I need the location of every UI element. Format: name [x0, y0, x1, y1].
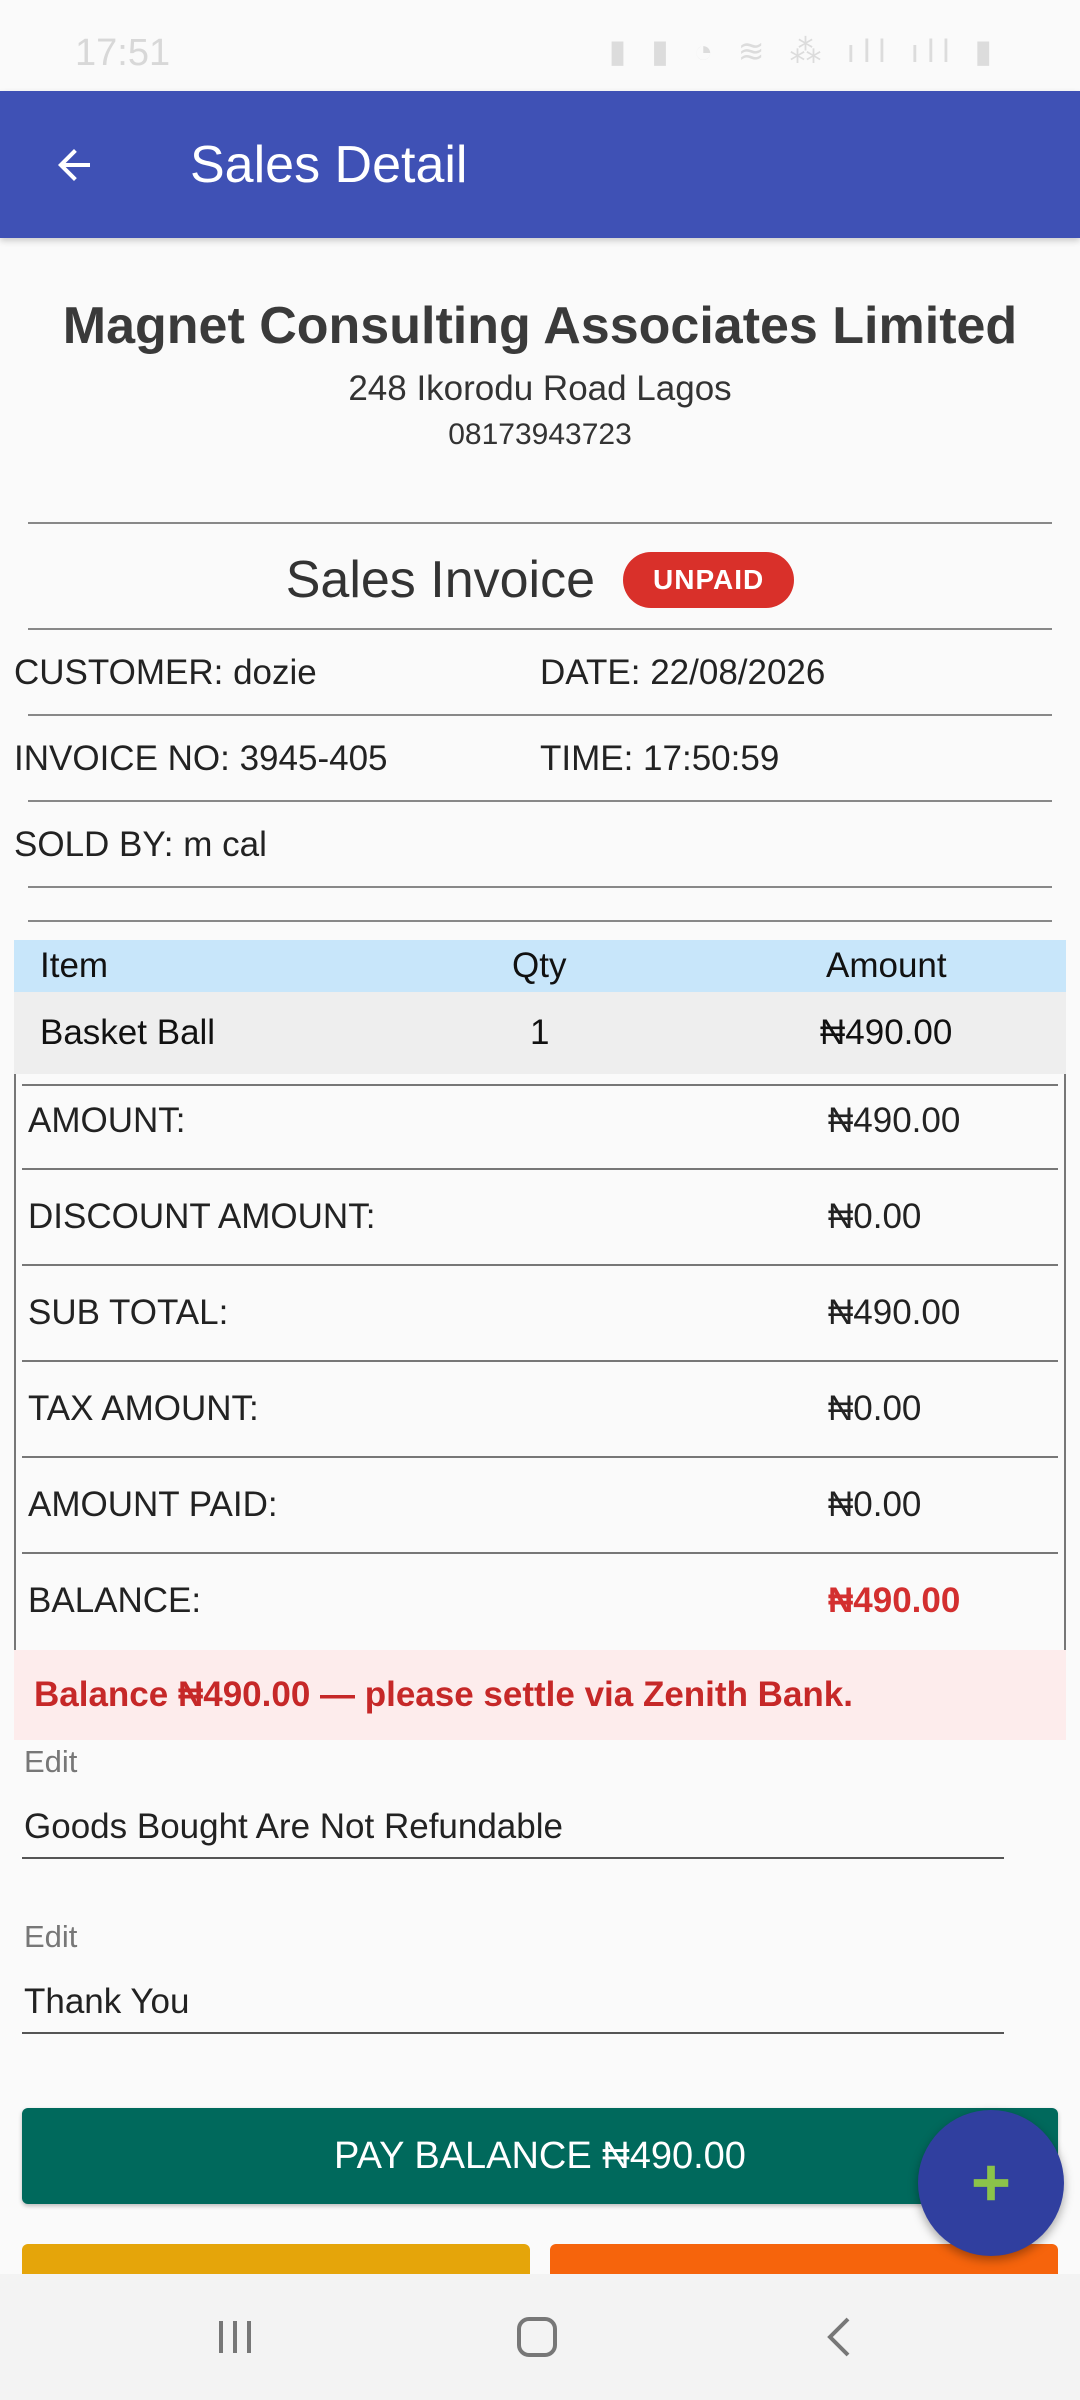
paid-label: AMOUNT PAID:: [28, 1485, 278, 1524]
balance-value: ₦490.00: [828, 1581, 961, 1620]
divider: [28, 920, 1052, 922]
column-header-amount: Amount: [826, 946, 947, 985]
divider: [28, 886, 1052, 888]
divider: [28, 522, 1052, 524]
amount-label: AMOUNT:: [28, 1101, 186, 1140]
home-button[interactable]: [497, 2304, 577, 2370]
note1-label: Edit: [24, 1744, 78, 1779]
app-bar: Sales Detail: [0, 91, 1080, 238]
summary-row-subtotal: SUB TOTAL: ₦490.00: [16, 1266, 1064, 1362]
status-bar: 17:51 ▮ ▮ ◔ ≋ ⁂ ıll ıll ▮: [0, 0, 1080, 91]
divider: [28, 714, 1052, 716]
home-icon: [517, 2317, 557, 2357]
customer-info: CUSTOMER: dozie: [14, 653, 317, 692]
discount-value: ₦0.00: [828, 1197, 922, 1236]
summary-row-balance: BALANCE: ₦490.00: [16, 1554, 1064, 1650]
back-nav-button[interactable]: [800, 2304, 880, 2370]
invoice-title-row: Sales Invoice UNPAID: [0, 540, 1080, 620]
balance-label: BALANCE:: [28, 1581, 202, 1620]
yellow-action-button[interactable]: [22, 2244, 530, 2274]
recent-apps-button[interactable]: [195, 2304, 275, 2370]
column-header-qty: Qty: [512, 946, 567, 985]
balance-alert: Balance ₦490.00 — please settle via Zeni…: [14, 1650, 1066, 1740]
add-fab-button[interactable]: [918, 2110, 1064, 2256]
status-badge: UNPAID: [623, 552, 795, 608]
discount-label: DISCOUNT AMOUNT:: [28, 1197, 376, 1236]
system-nav-bar: [0, 2274, 1080, 2400]
summary-row-discount: DISCOUNT AMOUNT: ₦0.00: [16, 1170, 1064, 1266]
chevron-left-icon: [827, 2317, 850, 2357]
invoice-title: Sales Invoice: [285, 551, 596, 609]
note2-label: Edit: [24, 1919, 78, 1954]
paid-value: ₦0.00: [828, 1485, 922, 1524]
table-header: Item Qty Amount: [14, 940, 1066, 992]
amount-value: ₦490.00: [828, 1101, 961, 1140]
alert-text: Balance ₦490.00 — please settle via Zeni…: [34, 1675, 853, 1714]
recent-apps-icon: [219, 2321, 251, 2353]
subtotal-label: SUB TOTAL:: [28, 1293, 229, 1332]
divider: [28, 628, 1052, 630]
tax-value: ₦0.00: [828, 1389, 922, 1428]
status-icons: ▮ ▮ ◔ ≋ ⁂ ıll ıll ▮: [608, 33, 1000, 69]
item-amount: ₦490.00: [820, 1013, 953, 1052]
page-title: Sales Detail: [190, 136, 468, 194]
invoice-number: INVOICE NO: 3945-405: [14, 739, 388, 778]
table-row[interactable]: Basket Ball 1 ₦490.00: [14, 992, 1066, 1074]
subtotal-value: ₦490.00: [828, 1293, 961, 1332]
plus-icon: [973, 2165, 1009, 2201]
input-underline: [22, 1857, 1004, 1859]
divider: [28, 800, 1052, 802]
summary-row-tax: TAX AMOUNT: ₦0.00: [16, 1362, 1064, 1458]
status-time: 17:51: [75, 32, 171, 74]
company-address: 248 Ikorodu Road Lagos: [348, 369, 732, 408]
back-button[interactable]: [40, 131, 108, 199]
date-info: DATE: 22/08/2026: [540, 653, 826, 692]
summary-table: AMOUNT: ₦490.00 DISCOUNT AMOUNT: ₦0.00 S…: [14, 1074, 1066, 1650]
company-header: Magnet Consulting Associates Limited 248…: [0, 290, 1080, 456]
sold-by: SOLD BY: m cal: [14, 825, 267, 864]
summary-row-paid: AMOUNT PAID: ₦0.00: [16, 1458, 1064, 1554]
refund-note-input[interactable]: Goods Bought Are Not Refundable: [24, 1802, 563, 1852]
item-name: Basket Ball: [40, 1013, 216, 1052]
company-phone: 08173943723: [448, 418, 632, 451]
thanks-note-input[interactable]: Thank You: [24, 1977, 189, 2027]
tax-label: TAX AMOUNT:: [28, 1389, 259, 1428]
input-underline: [22, 2032, 1004, 2034]
company-name: Magnet Consulting Associates Limited: [62, 297, 1018, 355]
time-info: TIME: 17:50:59: [540, 739, 780, 778]
column-header-item: Item: [40, 946, 109, 985]
summary-row-amount: AMOUNT: ₦490.00: [16, 1074, 1064, 1170]
item-qty: 1: [530, 1013, 550, 1052]
pay-balance-button[interactable]: PAY BALANCE ₦490.00: [22, 2108, 1058, 2204]
arrow-back-icon: [58, 149, 90, 181]
